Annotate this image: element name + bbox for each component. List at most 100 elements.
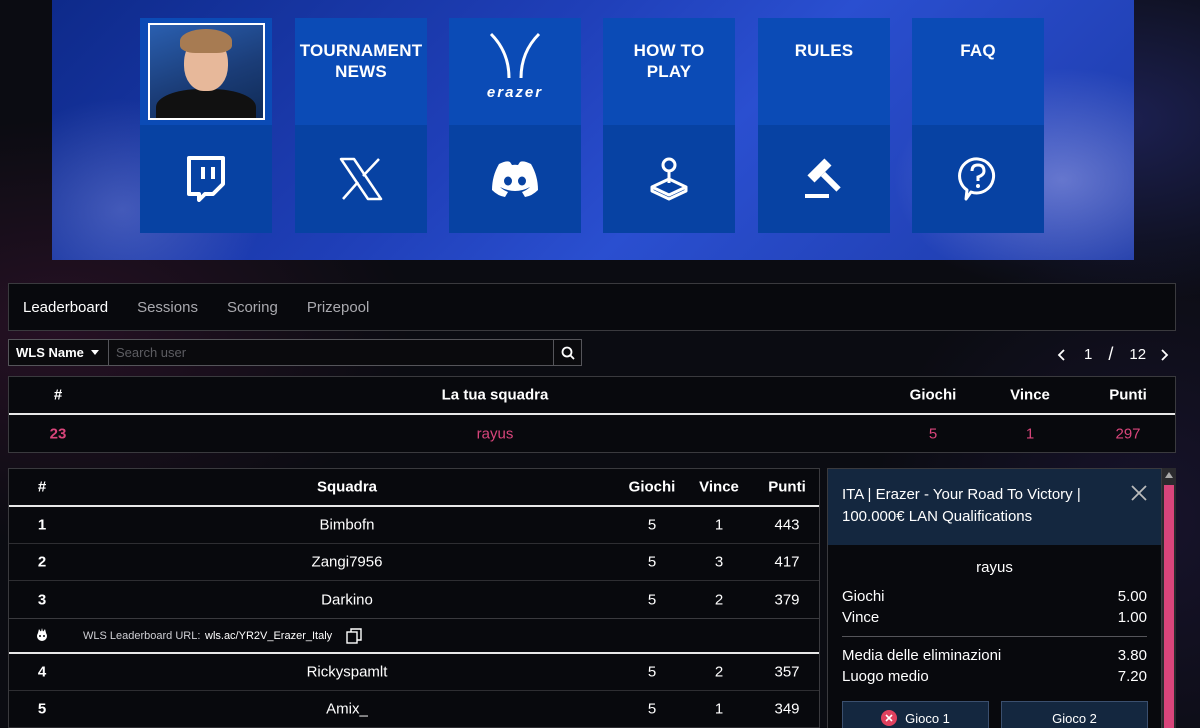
game-1-label: Gioco 1 [905,710,950,726]
row-team: Darkino [321,591,373,608]
row-wins: 1 [714,516,724,534]
scroll-up-arrow-icon[interactable] [1165,472,1173,478]
panel-body: rayus Giochi 5.00 Vince 1.00 Media delle… [828,545,1161,687]
tab-prizepool[interactable]: Prizepool [307,299,370,316]
erazer-logo[interactable]: erazer [449,18,581,125]
tile-faq[interactable]: FAQ [912,18,1044,233]
row-points: 417 [774,553,800,571]
stat-row: Luogo medio 7.20 [842,666,1147,687]
table-row[interactable]: 4 Rickyspamlt 5 2 357 [9,654,819,691]
caret-down-icon [90,350,99,355]
discord-icon[interactable] [449,125,581,233]
row-rank: 5 [37,700,47,718]
tile-rules[interactable]: RULES [758,18,890,233]
tile-faq-label[interactable]: FAQ [912,18,1044,125]
col-points: Punti [768,478,806,496]
tab-sessions[interactable]: Sessions [137,299,198,316]
col-wins: Vince [1010,386,1050,404]
row-rank: 2 [37,553,47,571]
panel-player-name: rayus [976,559,1013,576]
tile-erazer[interactable]: erazer [449,18,581,233]
current-page: 1 [1084,346,1093,363]
my-points: 297 [1115,425,1141,443]
search-field-select[interactable]: WLS Name [8,339,109,366]
chevron-right-icon [1161,348,1169,361]
row-games: 5 [647,553,657,571]
row-rank: 1 [37,516,47,534]
leaderboard-url-row: WLS Leaderboard URL: wls.ac/YR2V_Erazer_… [9,618,819,654]
copy-button[interactable] [346,628,362,647]
game-2-button[interactable]: Gioco 2 [1001,701,1148,728]
stat-row: Giochi 5.00 [842,586,1147,607]
search-input[interactable] [109,339,554,366]
tile-tournament-news-label[interactable]: TOURNAMENT NEWS [295,18,427,125]
tile-label-line1: FAQ [960,41,996,60]
leaderboard-header: # Squadra Giochi Vince Punti [9,469,819,507]
row-points: 443 [774,516,800,534]
stat-label: Vince [842,609,880,626]
tile-label-line2: PLAY [646,61,692,81]
my-team-header: # La tua squadra Giochi Vince Punti [9,377,1175,415]
my-games: 5 [928,425,938,443]
next-page-button[interactable] [1156,347,1172,363]
tile-how-to-play-label[interactable]: HOW TO PLAY [603,18,735,125]
row-wins: 1 [714,700,724,718]
tile-label-line1: RULES [794,41,854,60]
game-1-button[interactable]: Gioco 1 [842,701,989,728]
stat-value: 7.20 [1117,668,1147,685]
my-wins: 1 [1025,425,1035,443]
my-team-row[interactable]: 23 rayus 5 1 297 [9,415,1175,453]
tile-label-line1: TOURNAMENT [299,40,423,60]
question-icon[interactable] [912,125,1044,233]
close-panel-button[interactable] [1131,485,1147,508]
close-circle-icon [881,710,898,726]
scrollbar-thumb[interactable] [1164,485,1174,728]
twitch-icon[interactable] [140,125,272,233]
tab-scoring[interactable]: Scoring [227,299,278,316]
url-label: WLS Leaderboard URL: [83,630,201,642]
divider [842,636,1147,637]
gavel-icon[interactable] [758,125,890,233]
leaderboard-table: # Squadra Giochi Vince Punti 1 Bimbofn 5… [8,468,820,728]
tile-streamer-photo [140,18,272,125]
game-buttons: Gioco 1 Gioco 2 [842,701,1148,728]
table-row[interactable]: 3 Darkino 5 2 379 [9,581,819,618]
table-row[interactable]: 1 Bimbofn 5 1 443 [9,507,819,544]
joystick-icon[interactable] [603,125,735,233]
table-row[interactable]: 5 Amix_ 5 1 349 [9,691,819,728]
search-icon [561,346,575,360]
close-icon [1131,485,1147,501]
tile-rules-label[interactable]: RULES [758,18,890,125]
stat-label: Media delle eliminazioni [842,647,1002,664]
row-team: Amix_ [326,700,368,718]
erazer-logo-text: erazer [486,84,544,101]
stat-label: Giochi [842,588,885,605]
table-row[interactable]: 2 Zangi7956 5 3 417 [9,544,819,581]
row-points: 349 [774,700,800,718]
tile-streamer[interactable] [140,18,272,233]
panel-scrollbar[interactable] [1162,468,1176,728]
row-games: 5 [647,663,657,681]
tile-tournament-news[interactable]: TOURNAMENT NEWS [295,18,427,233]
stat-row: Vince 1.00 [842,607,1147,628]
row-rank: 4 [37,663,47,681]
stat-value: 1.00 [1117,609,1147,626]
tab-leaderboard[interactable]: Leaderboard [23,299,108,316]
row-wins: 2 [714,663,724,681]
my-team-name: rayus [476,425,514,443]
search-button[interactable] [554,339,582,366]
chevron-left-icon [1057,348,1065,361]
tile-label-line1: HOW TO [633,40,705,60]
my-rank: 23 [49,425,67,443]
player-detail-panel: ITA | Erazer - Your Road To Victory | 10… [827,468,1162,728]
row-points: 357 [774,663,800,681]
fortnite-icon [35,628,49,645]
prev-page-button[interactable] [1054,347,1070,363]
col-games: Giochi [909,386,957,404]
url-link[interactable]: wls.ac/YR2V_Erazer_Italy [205,630,332,642]
x-icon[interactable] [295,125,427,233]
tile-how-to-play[interactable]: HOW TO PLAY [603,18,735,233]
stat-label: Luogo medio [842,668,929,685]
game-2-label: Gioco 2 [1052,710,1097,726]
row-games: 5 [647,516,657,534]
